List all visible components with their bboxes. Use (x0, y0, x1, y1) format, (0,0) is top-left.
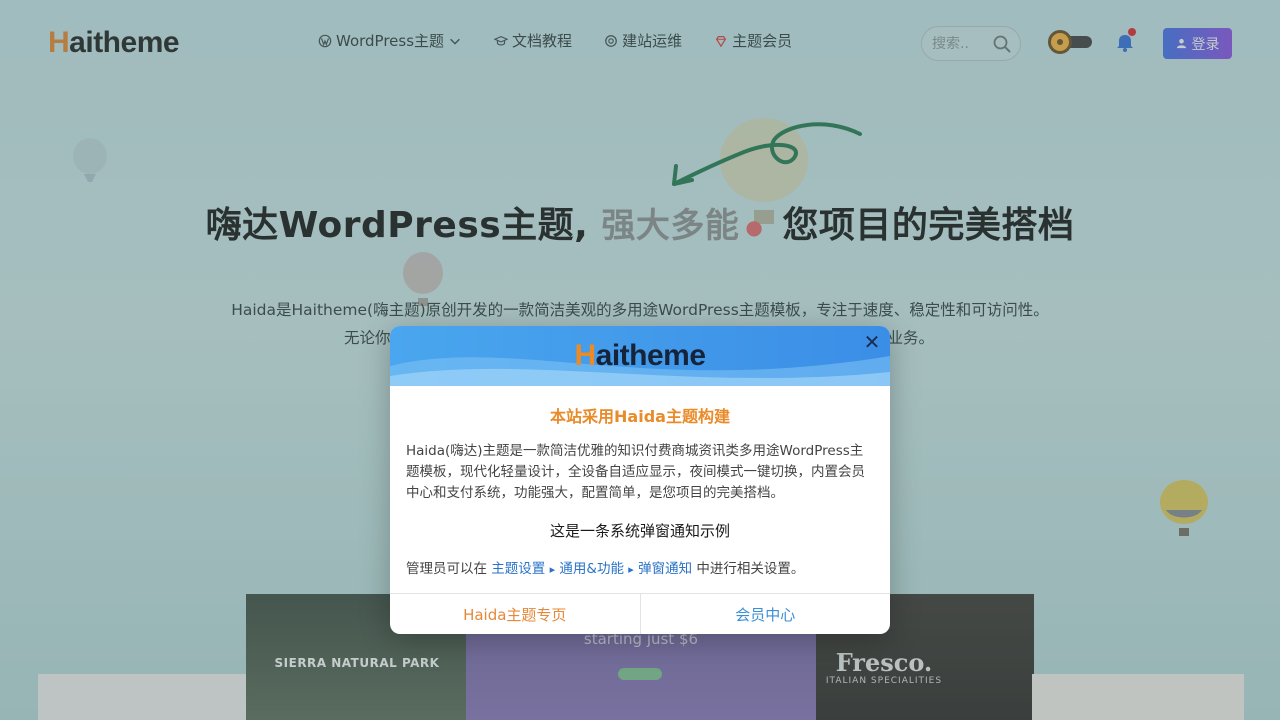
modal-body-text: Haida(嗨达)主题是一款简洁优雅的知识付费商城资讯类多用途WordPress… (406, 443, 865, 501)
link-theme-settings[interactable]: 主题设置 (491, 561, 545, 577)
notification-modal: Haitheme ✕ 本站采用Haida主题构建 Haida(嗨达)主题是一款简… (390, 326, 890, 634)
link-general-functions[interactable]: 通用&功能 (559, 561, 624, 577)
member-center-button[interactable]: 会员中心 (641, 594, 891, 634)
modal-footer: Haida主题专页 会员中心 (390, 593, 890, 634)
modal-header: Haitheme ✕ (390, 326, 890, 386)
link-popup-notice[interactable]: 弹窗通知 (638, 561, 692, 577)
modal-admin-hint: 管理员可以在 主题设置 ▸ 通用&功能 ▸ 弹窗通知 中进行相关设置。 (406, 561, 805, 577)
haida-theme-page-button[interactable]: Haida主题专页 (390, 594, 641, 634)
close-icon[interactable]: ✕ (862, 332, 882, 352)
modal-logo: Haitheme (574, 339, 706, 372)
modal-subtitle: 这是一条系统弹窗通知示例 (549, 522, 730, 540)
modal-title: 本站采用Haida主题构建 (550, 407, 730, 426)
